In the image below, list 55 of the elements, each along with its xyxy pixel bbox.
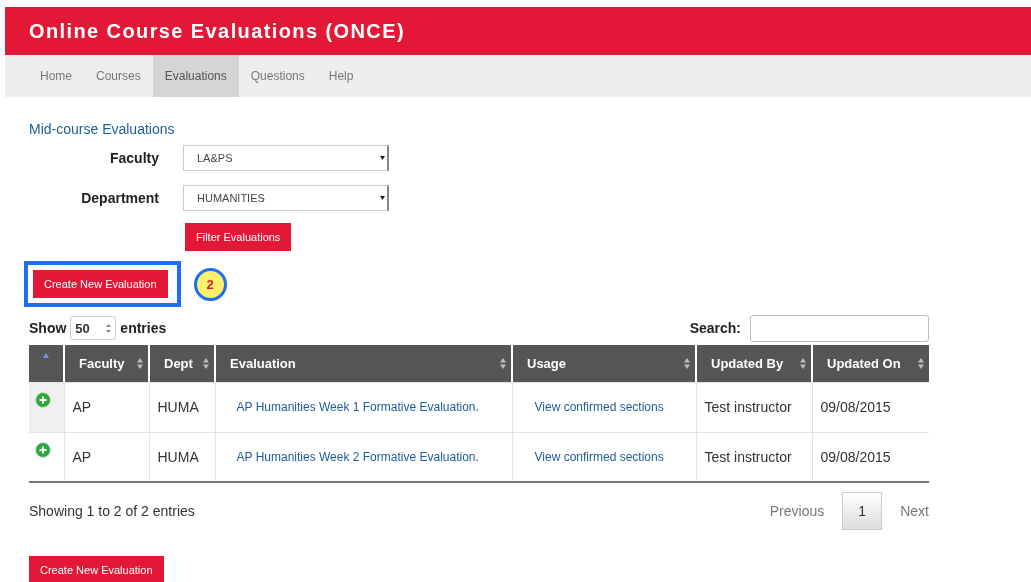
caret-icon (380, 196, 385, 200)
entries-spinner[interactable]: 50 (70, 316, 117, 340)
search-field[interactable] (750, 314, 929, 342)
show-label: Show (29, 320, 67, 336)
field-label: Department (80, 190, 159, 206)
nav-tab[interactable]: Evaluations (152, 55, 239, 97)
nav-tab[interactable]: Courses (84, 55, 153, 97)
column-header[interactable]: Faculty (64, 345, 149, 382)
sort-icon (800, 357, 806, 369)
table-cell: AP (64, 432, 149, 482)
sort-icon (137, 357, 143, 369)
create-button[interactable]: Create New Evaluation (29, 556, 164, 582)
sort-icon (684, 357, 690, 369)
step-badge: 2 (193, 267, 227, 301)
section-title: Mid-course Evaluations (29, 121, 176, 137)
sort-ascending-icon (43, 353, 49, 359)
sort-icon (500, 357, 506, 369)
select-field[interactable]: HUMANITIES (183, 185, 389, 211)
table-cell: Test instructor (696, 432, 812, 482)
column-header[interactable]: Updated On (812, 345, 929, 382)
previous-link[interactable]: Previous (769, 503, 825, 519)
sort-icon (203, 357, 209, 369)
evaluation-link[interactable]: AP Humanities Week 1 Formative Evaluation. (236, 400, 479, 414)
usage-link[interactable]: View confirmed sections (534, 400, 664, 414)
next-link[interactable]: Next (900, 503, 929, 519)
table-cell: HUMA (149, 382, 215, 432)
nav-tab[interactable]: Home (28, 55, 84, 97)
column-header[interactable]: Updated By (696, 345, 812, 382)
table-cell: AP (64, 382, 149, 432)
page-button[interactable]: 1 (842, 492, 883, 530)
column-header[interactable]: Dept (149, 345, 215, 382)
table-cell: 09/08/2015 (812, 432, 929, 482)
table-cell: Test instructor (696, 382, 812, 432)
column-header[interactable]: Evaluation (215, 345, 512, 382)
nav-tab[interactable]: Questions (238, 55, 317, 97)
spinner-arrows-icon (106, 323, 112, 333)
filter-button[interactable]: Filter Evaluations (185, 223, 292, 251)
entries-label: entries (120, 320, 167, 336)
search-label: Search: (689, 320, 741, 336)
evaluation-link[interactable]: AP Humanities Week 2 Formative Evaluation. (236, 449, 479, 464)
column-header[interactable] (29, 345, 64, 382)
select-field[interactable]: LA&PS (183, 145, 389, 171)
sort-icon (918, 357, 924, 369)
expand-plus-icon[interactable] (35, 391, 51, 408)
table-cell: HUMA (149, 432, 215, 482)
field-label: Faculty (109, 150, 159, 166)
app-title: Online Course Evaluations (ONCE) (29, 19, 405, 43)
create-button[interactable]: Create New Evaluation (33, 270, 168, 298)
table-cell: 09/08/2015 (812, 382, 929, 432)
entries-info: Showing 1 to 2 of 2 entries (29, 503, 195, 519)
caret-icon (380, 156, 385, 160)
usage-link[interactable]: View confirmed sections (534, 449, 664, 464)
nav-tab[interactable]: Help (316, 55, 366, 97)
column-header[interactable]: Usage (512, 345, 696, 382)
expand-plus-icon[interactable] (35, 441, 51, 458)
